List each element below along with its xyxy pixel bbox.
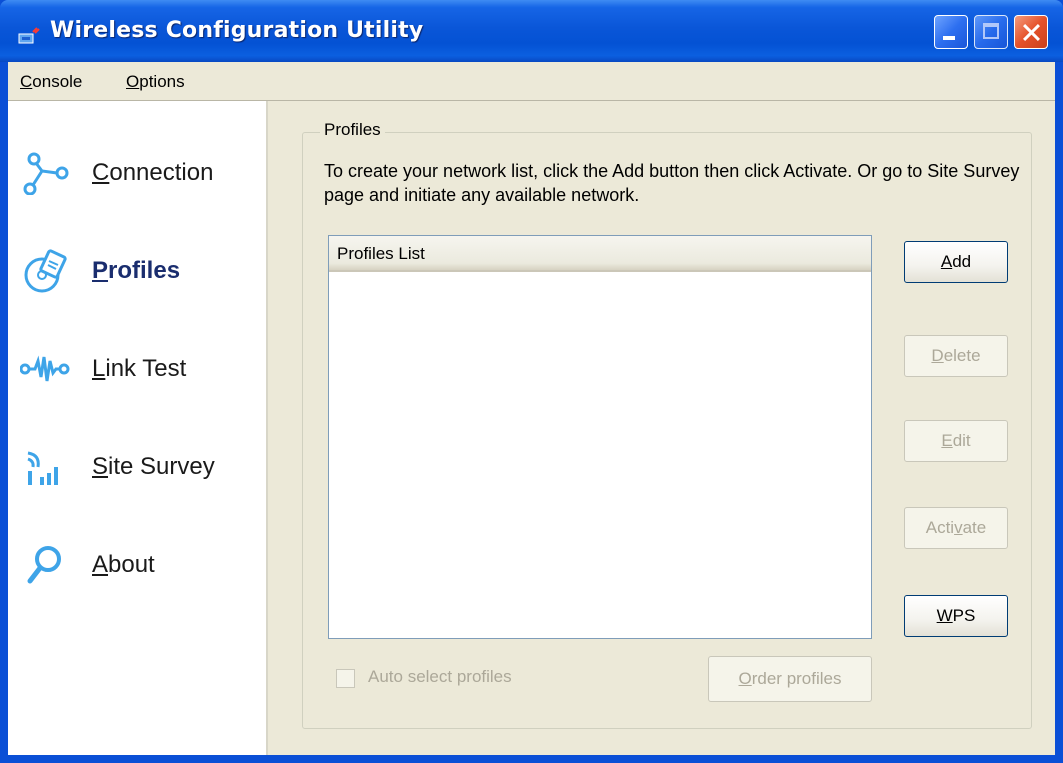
link-test-icon: [20, 355, 70, 382]
sidebar-item-connection[interactable]: Connection: [8, 143, 266, 203]
connection-icon: [23, 152, 69, 195]
profiles-list[interactable]: Profiles List: [328, 235, 872, 639]
sidebar-item-label: Profiles: [92, 257, 181, 284]
sidebar-item-label: Link Test: [92, 355, 187, 382]
sidebar-item-label: About: [92, 551, 155, 578]
list-header-label: Profiles List: [337, 244, 425, 263]
maximize-icon[interactable]: [974, 15, 1008, 49]
about-search-icon: [27, 546, 61, 584]
groupbox-title: Profiles: [320, 120, 385, 140]
sidebar-item-about[interactable]: About: [8, 535, 266, 595]
edit-button[interactable]: Edit: [904, 420, 1008, 462]
profiles-icon: [24, 249, 67, 293]
instructions-text: To create your network list, click the A…: [324, 161, 1020, 205]
minimize-icon[interactable]: [934, 15, 968, 49]
wps-button[interactable]: WPS: [904, 595, 1008, 637]
profiles-panel: Profiles To create your network list, cl…: [268, 101, 1055, 755]
activate-button[interactable]: Activate: [904, 507, 1008, 549]
sidebar-item-profiles[interactable]: Profiles: [8, 241, 266, 301]
order-profiles-button[interactable]: Order profiles: [708, 656, 872, 702]
list-column-header[interactable]: Profiles List: [329, 236, 871, 272]
add-button[interactable]: Add: [904, 241, 1008, 283]
menu-bar: Console Options: [8, 62, 1055, 101]
auto-select-checkbox[interactable]: [336, 669, 355, 688]
window-title: Wireless Configuration Utility: [50, 18, 424, 43]
sidebar-item-link-test[interactable]: Link Test: [8, 339, 266, 399]
sidebar-item-label: Connection: [92, 159, 214, 186]
site-survey-icon: [27, 451, 58, 485]
delete-button[interactable]: Delete: [904, 335, 1008, 377]
menu-console[interactable]: Console: [20, 72, 82, 92]
wireless-app-icon: [18, 27, 40, 44]
sidebar: Connection Profiles Link Test Site Surve…: [8, 101, 268, 755]
app-window: Wireless Configuration Utility Console O…: [0, 0, 1063, 763]
auto-select-label: Auto select profiles: [368, 667, 512, 686]
sidebar-item-label: Site Survey: [92, 453, 215, 480]
close-icon[interactable]: [1014, 15, 1048, 49]
menu-options[interactable]: Options: [126, 72, 185, 92]
sidebar-item-site-survey[interactable]: Site Survey: [8, 437, 266, 497]
title-bar[interactable]: Wireless Configuration Utility: [0, 0, 1063, 62]
